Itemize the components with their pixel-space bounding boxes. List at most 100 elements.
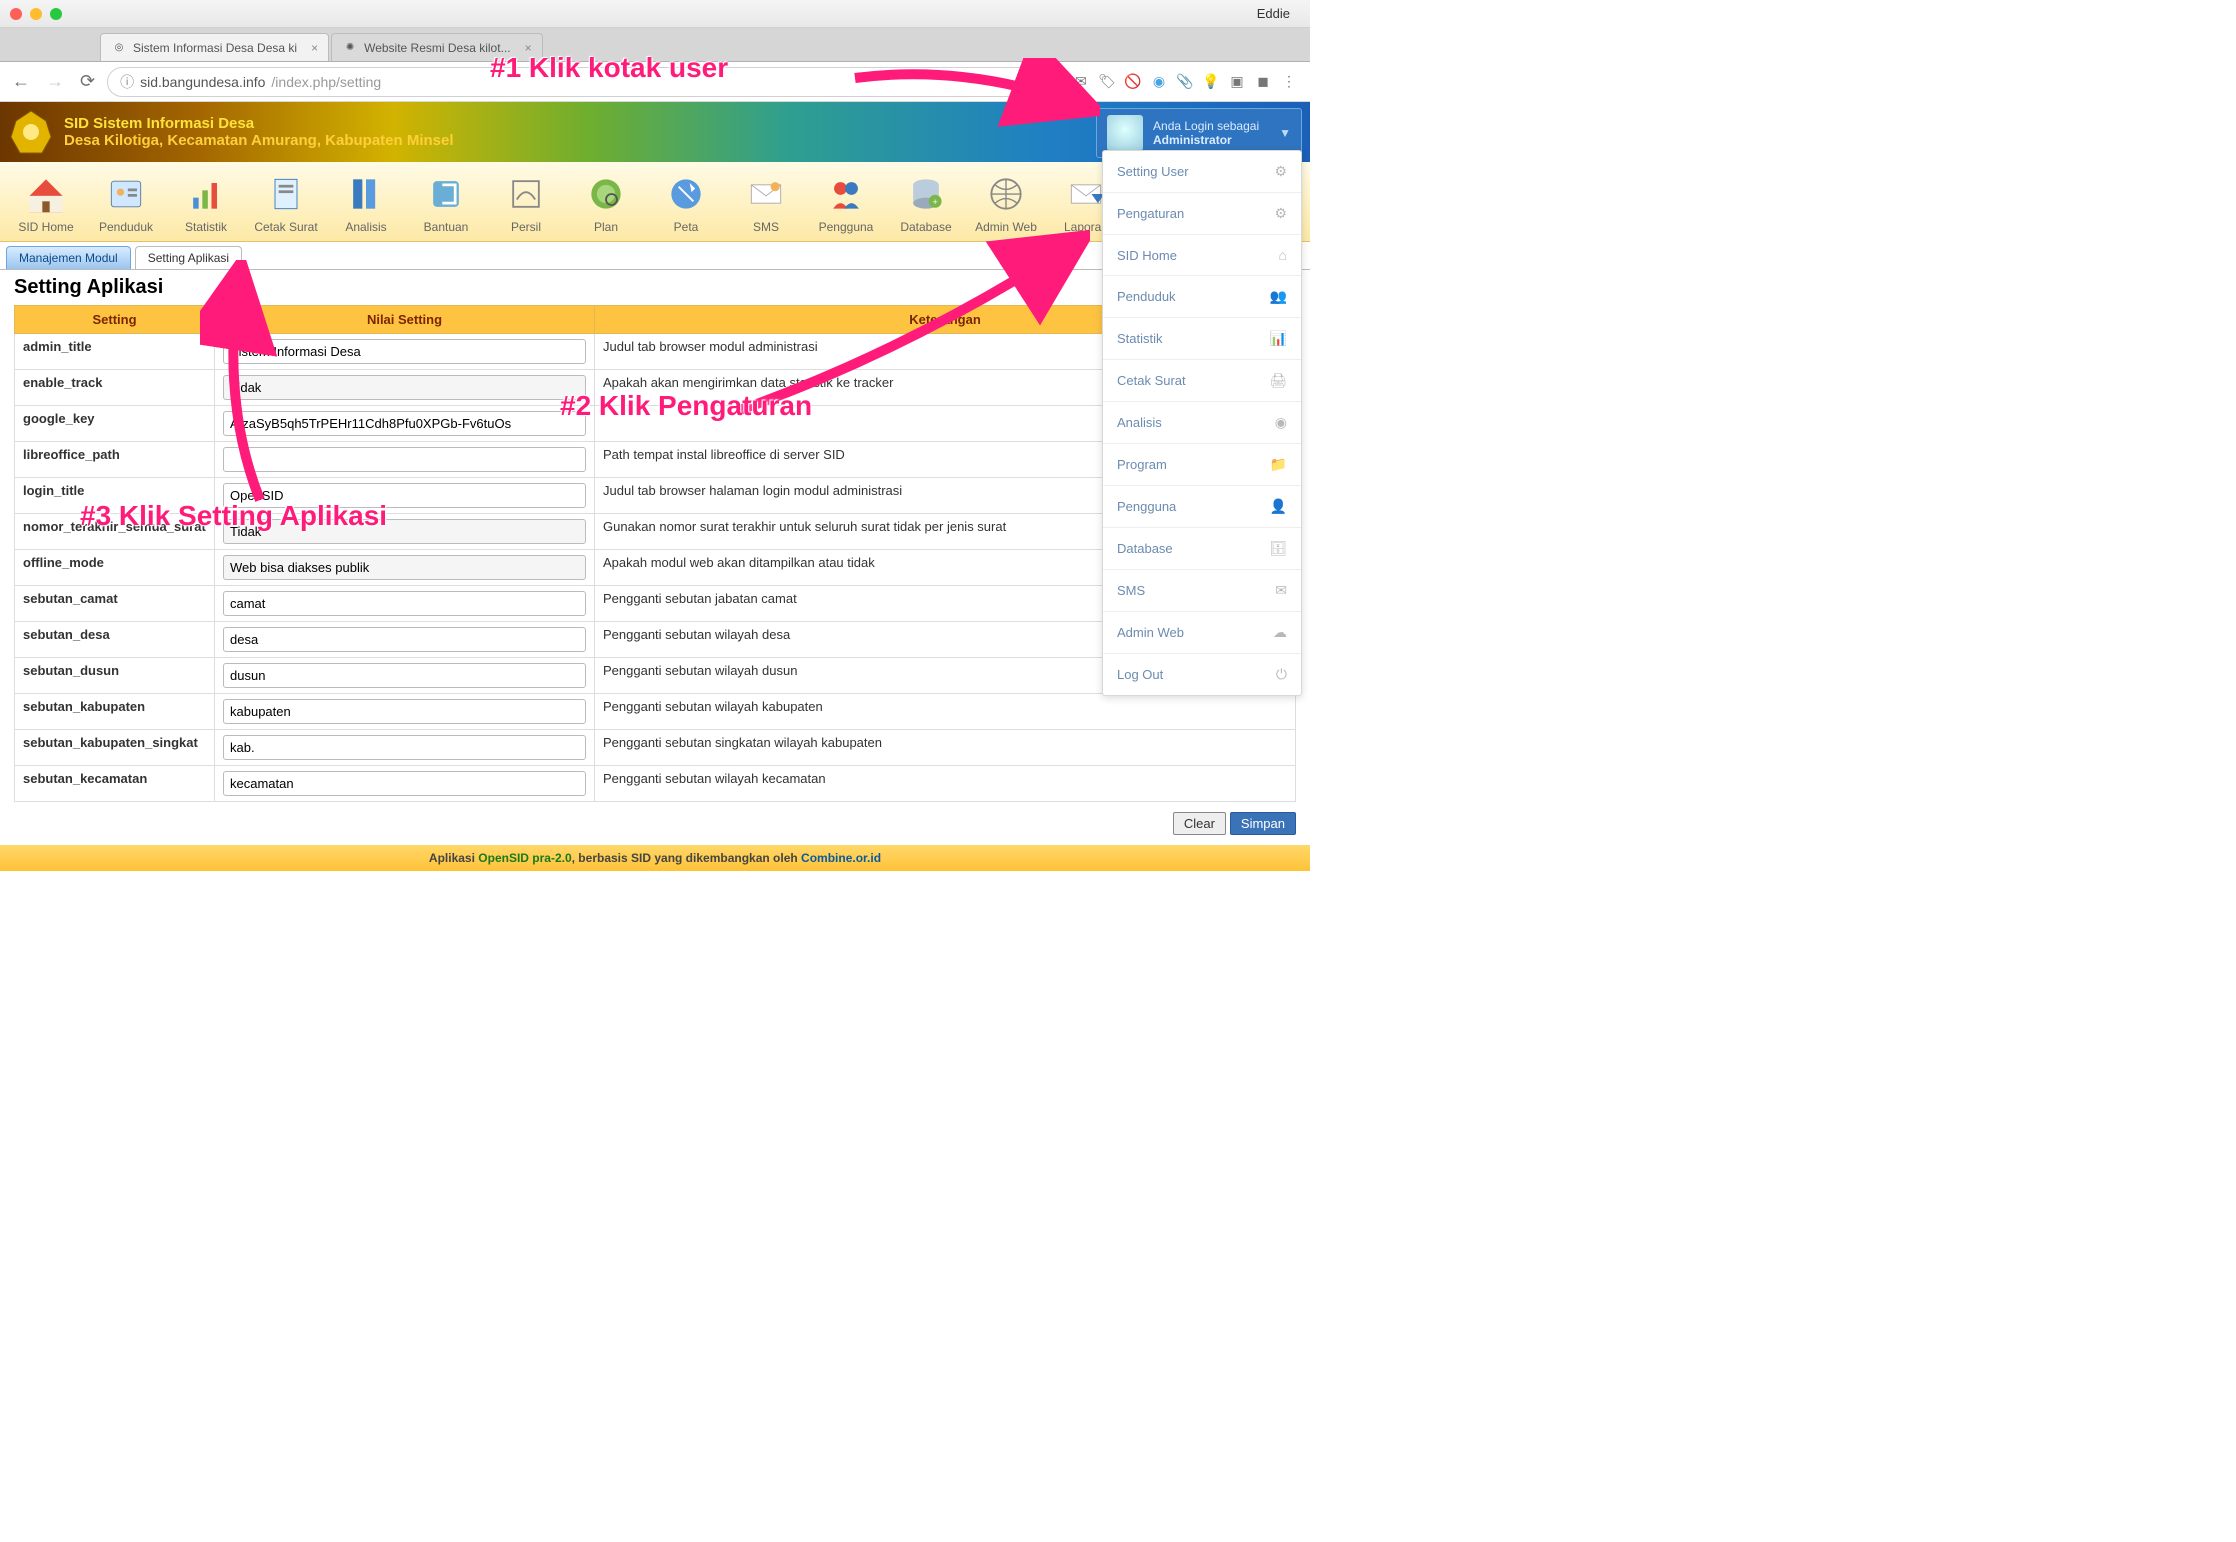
- setting-input-sebutan_desa[interactable]: [223, 627, 586, 652]
- dropdown-item-admin-web[interactable]: Admin Web☁: [1103, 612, 1301, 654]
- toolbar-label: Plan: [566, 220, 646, 234]
- maximize-window-icon[interactable]: [50, 8, 62, 20]
- reload-icon[interactable]: ⟳: [80, 71, 95, 92]
- setting-key: sebutan_dusun: [15, 658, 215, 694]
- save-button[interactable]: Simpan: [1230, 812, 1296, 835]
- setting-select-enable_track[interactable]: Tidak: [223, 375, 586, 400]
- dropdown-icon: ⏻: [1276, 666, 1287, 683]
- dropdown-item-cetak-surat[interactable]: Cetak Surat🖨: [1103, 360, 1301, 402]
- setting-input-sebutan_kabupaten_singkat[interactable]: [223, 735, 586, 760]
- dropdown-label: Pengguna: [1117, 499, 1176, 514]
- dropdown-label: Statistik: [1117, 331, 1163, 346]
- close-tab-icon[interactable]: ×: [525, 41, 532, 55]
- ext-block-icon[interactable]: 🚫: [1124, 73, 1142, 91]
- bantuan-icon: [406, 170, 486, 218]
- ext-clip-icon[interactable]: 📎: [1176, 73, 1194, 91]
- login-as-label: Anda Login sebagai: [1153, 119, 1259, 133]
- toolbar-penduduk[interactable]: Penduduk: [86, 170, 166, 234]
- plan-icon: [566, 170, 646, 218]
- chevron-down-icon: ▼: [1279, 126, 1291, 140]
- menu-icon[interactable]: ⋮: [1280, 73, 1298, 91]
- ext-wifi-icon[interactable]: ◉: [1150, 73, 1168, 91]
- toolbar-peta[interactable]: Peta: [646, 170, 726, 234]
- penduduk-icon: [86, 170, 166, 218]
- browser-profile-name[interactable]: Eddie: [1257, 6, 1300, 21]
- toolbar-admin-web[interactable]: Admin Web: [966, 170, 1046, 234]
- dropdown-item-log-out[interactable]: Log Out⏻: [1103, 654, 1301, 695]
- browser-tab-active[interactable]: ◎ Sistem Informasi Desa Desa ki ×: [100, 33, 329, 61]
- setting-row: sebutan_kabupaten_singkatPengganti sebut…: [15, 730, 1296, 766]
- setting-input-sebutan_dusun[interactable]: [223, 663, 586, 688]
- setting-input-google_key[interactable]: [223, 411, 586, 436]
- forward-icon[interactable]: →: [46, 71, 64, 92]
- admin-web-icon: [966, 170, 1046, 218]
- favicon-icon: ✺: [342, 40, 358, 56]
- bookmark-star-icon[interactable]: ☆: [1034, 73, 1047, 90]
- dropdown-item-sid-home[interactable]: SID Home⌂: [1103, 235, 1301, 276]
- setting-select-offline_mode[interactable]: Web bisa diakses publik: [223, 555, 586, 580]
- toolbar-statistik[interactable]: Statistik: [166, 170, 246, 234]
- toolbar-pengguna[interactable]: Pengguna: [806, 170, 886, 234]
- dropdown-item-analisis[interactable]: Analisis◉: [1103, 402, 1301, 444]
- dropdown-label: Penduduk: [1117, 289, 1176, 304]
- setting-input-login_title[interactable]: [223, 483, 586, 508]
- sid-home-icon: [6, 170, 86, 218]
- traffic-lights: [10, 8, 62, 20]
- close-window-icon[interactable]: [10, 8, 22, 20]
- toolbar-label: Penduduk: [86, 220, 166, 234]
- setting-input-sebutan_camat[interactable]: [223, 591, 586, 616]
- close-tab-icon[interactable]: ×: [311, 41, 318, 55]
- sms-icon: [726, 170, 806, 218]
- user-dropdown-menu: Setting User⚙Pengaturan⚙SID Home⌂Pendudu…: [1102, 150, 1302, 696]
- toolbar-label: SMS: [726, 220, 806, 234]
- setting-key: google_key: [15, 406, 215, 442]
- back-icon[interactable]: ←: [12, 71, 30, 92]
- th-setting: Setting: [15, 306, 215, 334]
- toolbar-analisis[interactable]: Analisis: [326, 170, 406, 234]
- setting-input-sebutan_kecamatan[interactable]: [223, 771, 586, 796]
- footer: Aplikasi OpenSID pra-2.0, berbasis SID y…: [0, 845, 1310, 871]
- dropdown-item-pengaturan[interactable]: Pengaturan⚙: [1103, 193, 1301, 235]
- footer-combine-link[interactable]: Combine.or.id: [801, 851, 881, 865]
- dropdown-item-penduduk[interactable]: Penduduk 👥: [1103, 276, 1301, 318]
- setting-key: admin_title: [15, 334, 215, 370]
- setting-key: sebutan_kabupaten_singkat: [15, 730, 215, 766]
- minimize-window-icon[interactable]: [30, 8, 42, 20]
- setting-select-nomor_terakhir_semua_surat[interactable]: Tidak: [223, 519, 586, 544]
- toolbar-label: Peta: [646, 220, 726, 234]
- ext-badge-icon[interactable]: ▣: [1228, 73, 1246, 91]
- dropdown-item-database[interactable]: Database🗄: [1103, 528, 1301, 570]
- garuda-emblem-icon: [4, 105, 58, 159]
- ext-app-icon[interactable]: ◼: [1254, 73, 1272, 91]
- dropdown-item-program[interactable]: Program📁: [1103, 444, 1301, 486]
- toolbar-persil[interactable]: Persil: [486, 170, 566, 234]
- toolbar-database[interactable]: +Database: [886, 170, 966, 234]
- site-info-icon[interactable]: ⓘ: [120, 72, 134, 92]
- dropdown-item-statistik[interactable]: Statistik📊: [1103, 318, 1301, 360]
- ext-idea-icon[interactable]: 💡: [1202, 73, 1220, 91]
- toolbar-cetak-surat[interactable]: Cetak Surat: [246, 170, 326, 234]
- address-input[interactable]: ⓘ sid.bangundesa.info/index.php/setting …: [107, 67, 1060, 97]
- toolbar-bantuan[interactable]: Bantuan: [406, 170, 486, 234]
- setting-input-libreoffice_path[interactable]: [223, 447, 586, 472]
- dropdown-item-setting-user[interactable]: Setting User⚙: [1103, 151, 1301, 193]
- dropdown-icon: 👥: [1270, 288, 1287, 305]
- dropdown-item-sms[interactable]: SMS✉: [1103, 570, 1301, 612]
- browser-tab[interactable]: ✺ Website Resmi Desa kilot... ×: [331, 33, 543, 61]
- footer-app-link[interactable]: OpenSID pra-2.0: [478, 851, 571, 865]
- setting-input-admin_title[interactable]: [223, 339, 586, 364]
- tab-setting-aplikasi[interactable]: Setting Aplikasi: [135, 246, 242, 269]
- toolbar-sms[interactable]: SMS: [726, 170, 806, 234]
- ext-tag-icon[interactable]: 🏷: [1098, 73, 1116, 91]
- toolbar-label: Statistik: [166, 220, 246, 234]
- dropdown-icon: ⌂: [1279, 247, 1287, 263]
- dropdown-icon: 📁: [1270, 456, 1287, 473]
- toolbar-sid-home[interactable]: SID Home: [6, 170, 86, 234]
- toolbar-plan[interactable]: Plan: [566, 170, 646, 234]
- clear-button[interactable]: Clear: [1173, 812, 1226, 835]
- ext-mail-icon[interactable]: ✉: [1072, 73, 1090, 91]
- tab-manajemen-modul[interactable]: Manajemen Modul: [6, 246, 131, 269]
- dropdown-item-pengguna[interactable]: Pengguna👤: [1103, 486, 1301, 528]
- app-subtitle: Desa Kilotiga, Kecamatan Amurang, Kabupa…: [64, 132, 454, 149]
- setting-input-sebutan_kabupaten[interactable]: [223, 699, 586, 724]
